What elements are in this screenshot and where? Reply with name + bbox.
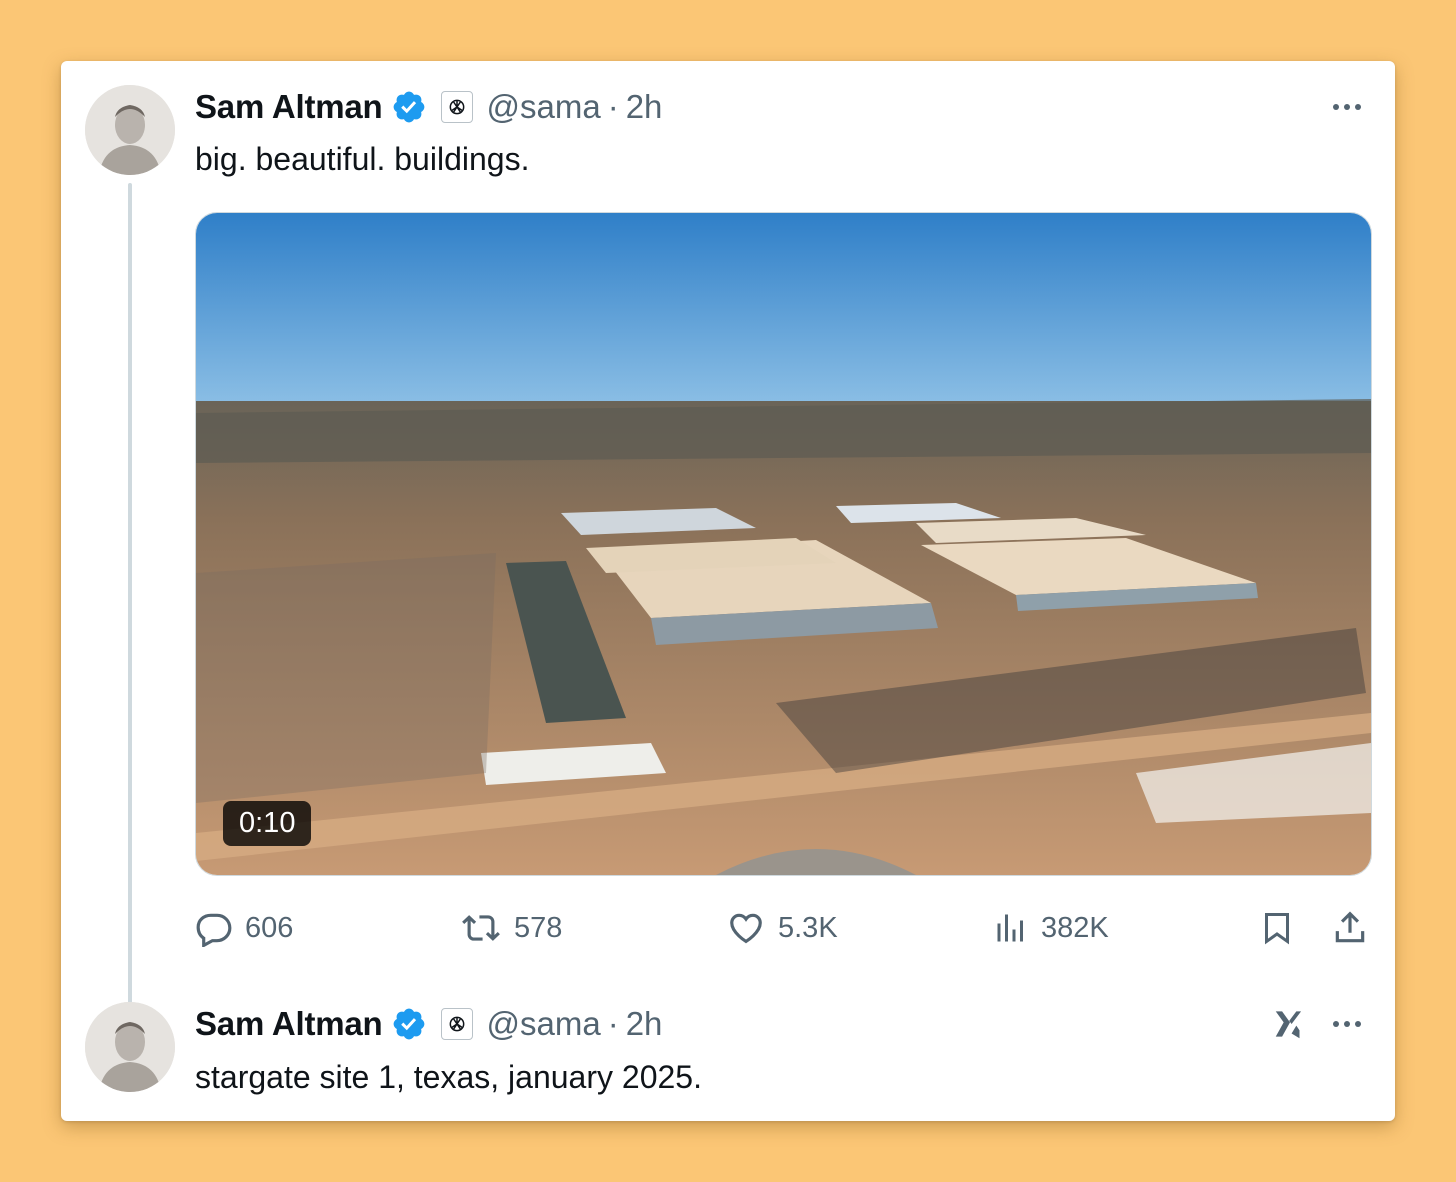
tweet-header: Sam Altman @sama · 2h [195,83,662,131]
verified-badge-icon [391,1006,427,1042]
avatar-portrait [85,85,175,175]
tweet-thread-card: Sam Altman @sama · 2h big. beautiful. bu… [61,61,1395,1121]
views-button[interactable]: 382K [993,906,1109,950]
tweet-actions: 606 578 5.3K 382K [61,906,1395,950]
share-icon [1335,911,1365,943]
like-count: 5.3K [778,911,838,944]
avatar[interactable] [85,85,175,175]
openai-logo-icon[interactable] [440,1008,473,1040]
separator-dot: · [607,88,619,125]
reply-count: 606 [245,911,294,944]
share-button[interactable] [1331,906,1369,950]
verified-badge-icon [391,89,427,125]
reply-icon [196,913,232,947]
tweet-text: big. beautiful. buildings. [195,141,530,177]
repost-icon [462,915,500,941]
like-button[interactable]: 5.3K [726,906,838,950]
tweet-time[interactable]: 2h [626,88,663,126]
repost-count: 578 [514,911,563,944]
reply-button[interactable]: 606 [195,906,293,950]
openai-logo-icon[interactable] [440,91,473,123]
video-duration: 0:10 [223,801,312,846]
avatar[interactable] [85,1002,175,1092]
tweet-header: Sam Altman @sama · 2h [195,1000,662,1048]
bookmark-button[interactable] [1259,906,1295,950]
bookmark-icon [1265,913,1289,945]
tweet-time[interactable]: 2h [626,1005,663,1043]
author-handle[interactable]: @sama [487,88,601,126]
view-count: 382K [1041,911,1109,944]
author-name[interactable]: Sam Altman [195,1005,383,1043]
more-options-icon[interactable] [1333,1014,1361,1034]
heart-icon [730,913,762,944]
author-name[interactable]: Sam Altman [195,88,383,126]
repost-button[interactable]: 578 [460,906,562,950]
views-chart-icon [997,914,1023,942]
avatar-portrait [85,1002,175,1092]
separator-dot: · [607,1005,619,1042]
author-handle[interactable]: @sama [487,1005,601,1043]
tweet-text: stargate site 1, texas, january 2025. [195,1059,702,1095]
grok-icon[interactable] [1271,1005,1309,1048]
video-thumbnail [196,213,1371,875]
video-player[interactable]: 0:10 [195,212,1372,876]
more-options-icon[interactable] [1333,97,1361,117]
